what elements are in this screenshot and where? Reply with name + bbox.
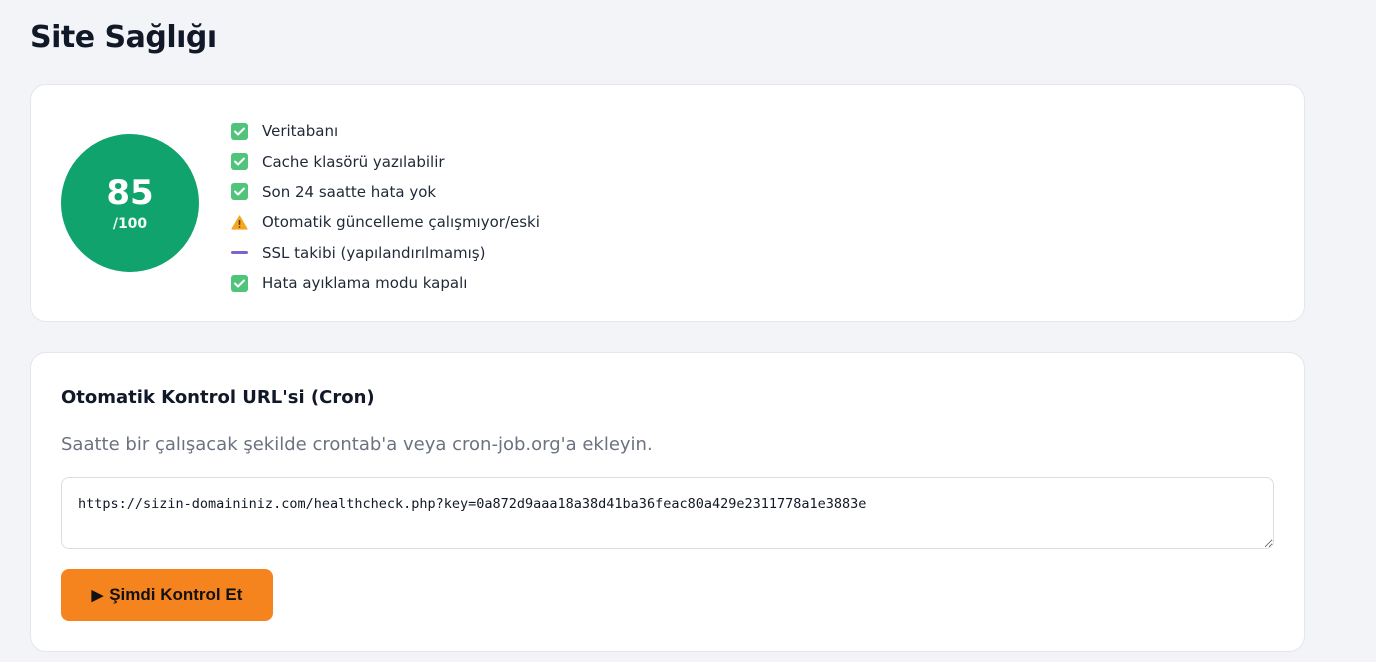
check-item-auto-update: Otomatik güncelleme çalışmıyor/eski	[231, 207, 540, 237]
check-label: Cache klasörü yazılabilir	[262, 152, 445, 171]
play-icon: ▶	[91, 587, 104, 604]
check-item-cache: Cache klasörü yazılabilir	[231, 146, 540, 176]
check-icon	[231, 183, 248, 201]
check-item-database: Veritabanı	[231, 116, 540, 146]
check-icon	[231, 153, 248, 171]
check-icon	[231, 274, 248, 292]
health-card: 85 /100 Veritabanı Cache klasörü yazılab…	[30, 84, 1305, 322]
check-item-ssl: SSL takibi (yapılandırılmamış)	[231, 238, 540, 268]
check-icon	[231, 122, 248, 140]
check-item-debug: Hata ayıklama modu kapalı	[231, 268, 540, 298]
cron-url-field[interactable]: https://sizin-domaininiz.com/healthcheck…	[61, 477, 1274, 549]
health-score-max: /100	[112, 216, 148, 232]
check-label: Hata ayıklama modu kapalı	[262, 274, 468, 293]
check-label: Otomatik güncelleme çalışmıyor/eski	[262, 213, 540, 232]
cron-card: Otomatik Kontrol URL'si (Cron) Saatte bi…	[30, 352, 1305, 652]
cron-title: Otomatik Kontrol URL'si (Cron)	[61, 387, 375, 408]
check-item-errors: Son 24 saatte hata yok	[231, 177, 540, 207]
check-label: Son 24 saatte hata yok	[262, 182, 437, 201]
health-checks-list: Veritabanı Cache klasörü yazılabilir Son…	[231, 116, 540, 298]
health-score-circle: 85 /100	[61, 134, 199, 272]
check-label: SSL takibi (yapılandırılmamış)	[262, 243, 486, 262]
health-score-value: 85	[106, 173, 154, 213]
check-now-label: Şimdi Kontrol Et	[109, 585, 243, 604]
cron-description: Saatte bir çalışacak şekilde crontab'a v…	[61, 434, 653, 455]
check-now-button[interactable]: ▶ Şimdi Kontrol Et	[61, 569, 273, 621]
warning-icon	[231, 214, 248, 231]
check-label: Veritabanı	[262, 122, 339, 141]
dash-icon	[231, 244, 248, 261]
page-title: Site Sağlığı	[30, 20, 217, 55]
